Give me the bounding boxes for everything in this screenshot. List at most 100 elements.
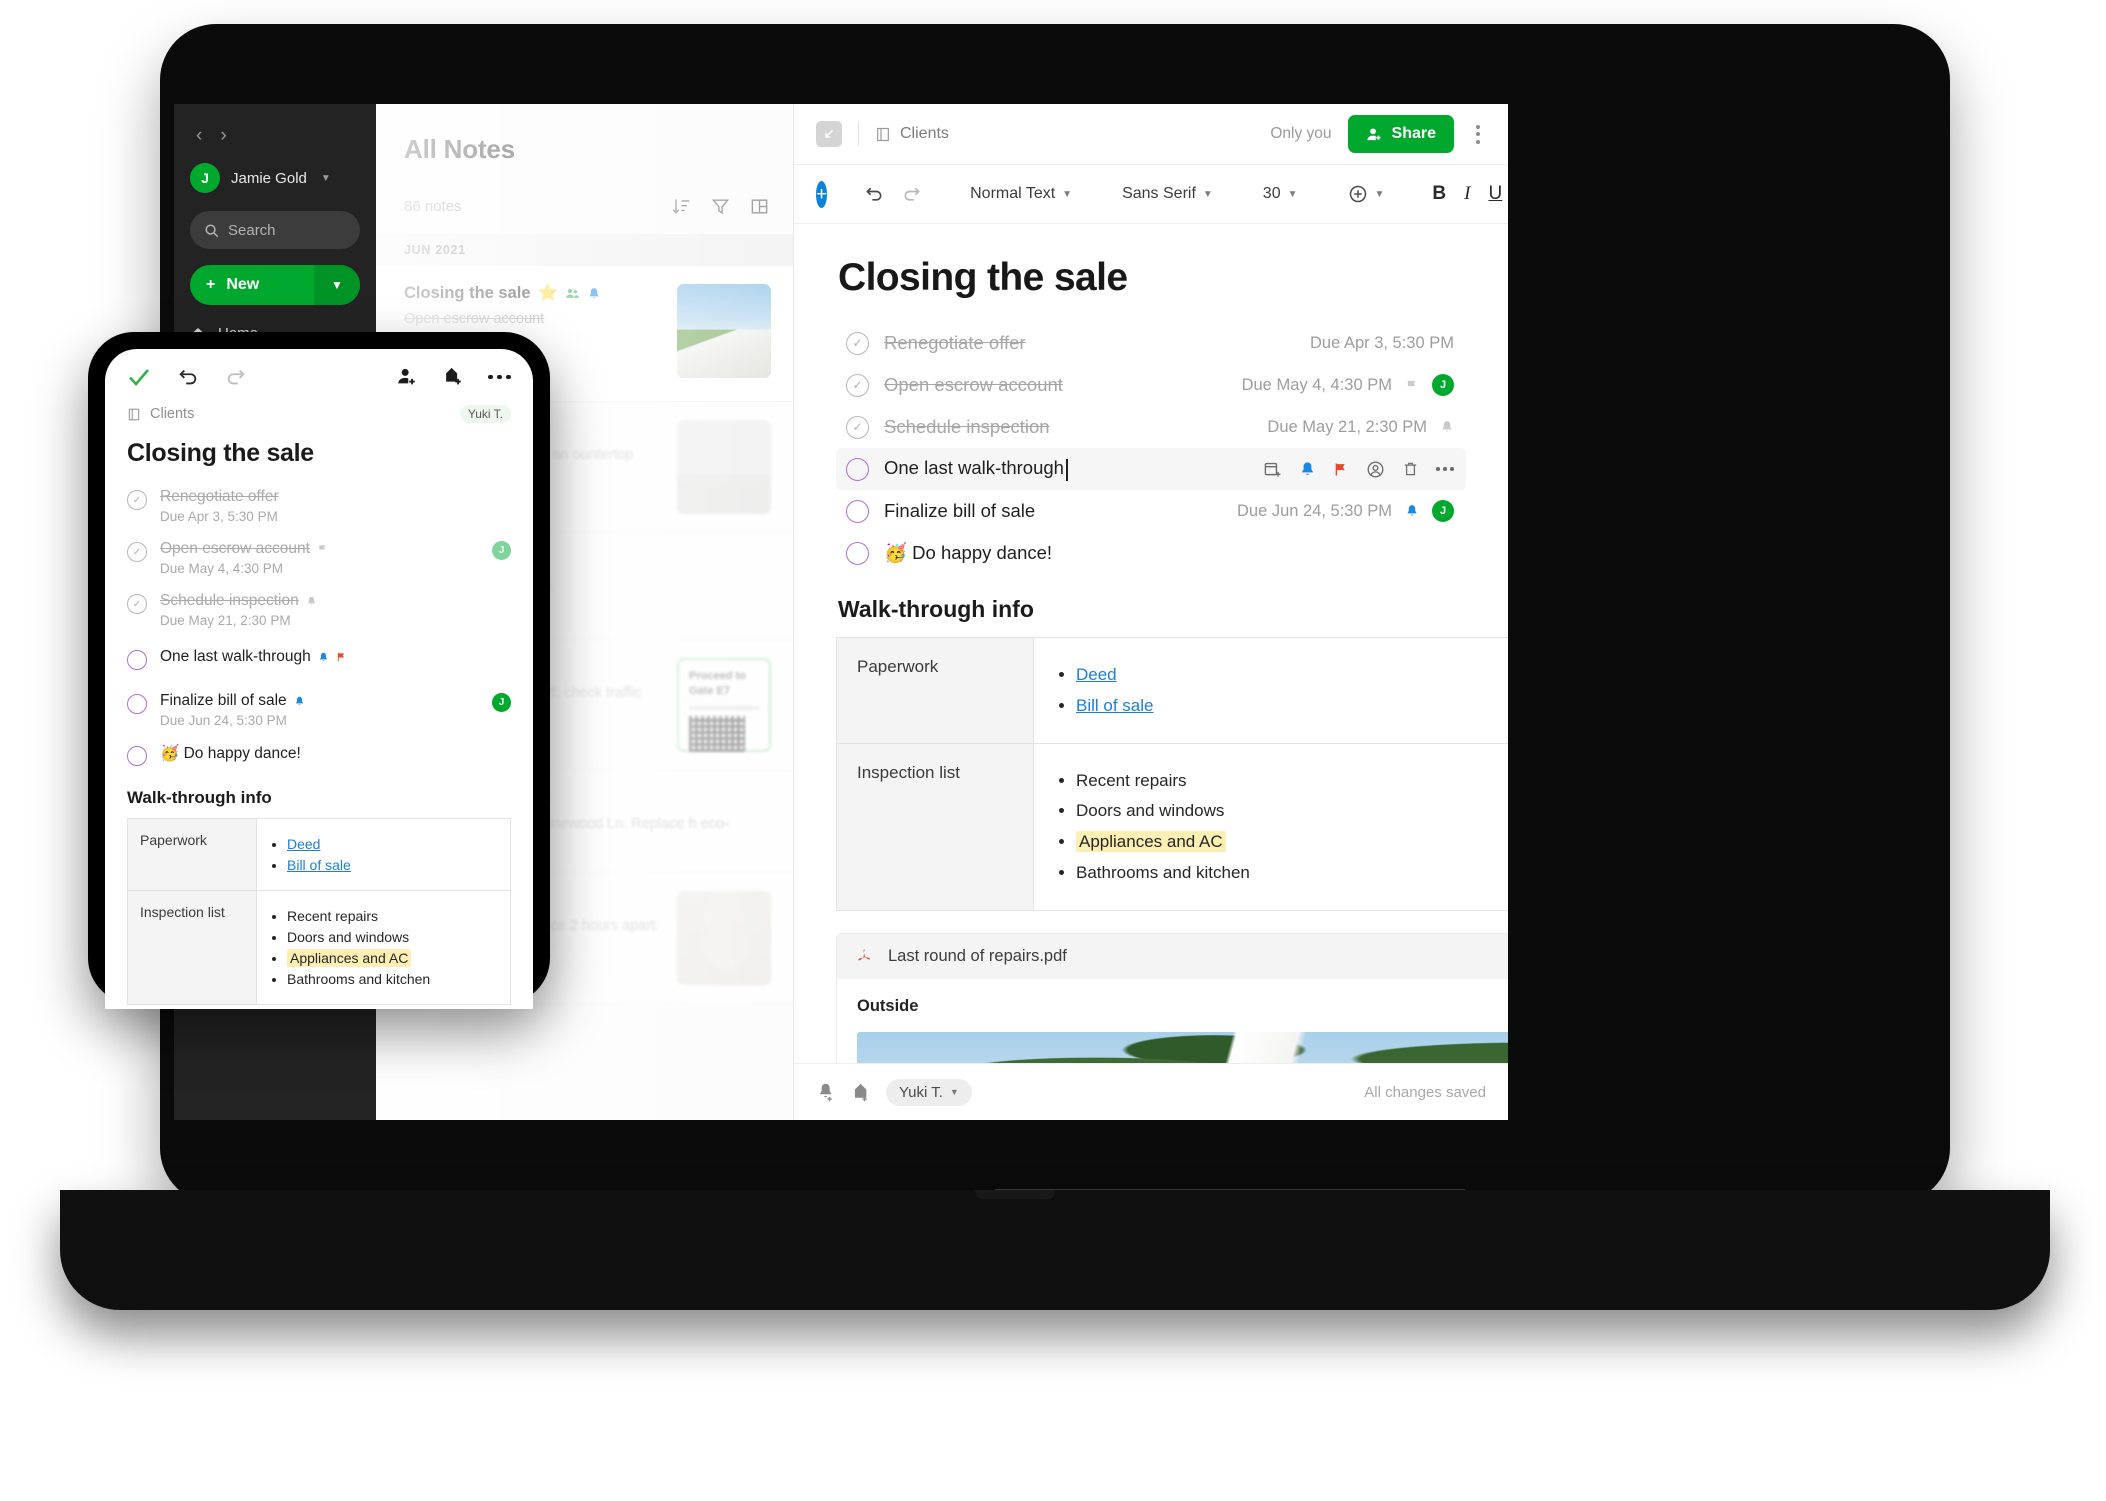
task-due: Due Apr 3, 5:30 PM (160, 509, 278, 524)
more-icon[interactable] (488, 374, 511, 380)
attachment-caption: Outside (857, 996, 919, 1015)
list-item[interactable]: Deed (1076, 663, 1508, 687)
task-label-row: One last walk-through (160, 648, 347, 666)
task-checkbox-open[interactable] (127, 650, 147, 670)
new-button-dropdown[interactable]: ▼ (314, 265, 360, 305)
delete-icon[interactable] (1402, 460, 1419, 478)
task-row[interactable]: Finalize bill of sale Due Jun 24, 5:30 P… (127, 686, 511, 738)
task-row[interactable]: Finalize bill of sale Due Jun 24, 5:30 P… (836, 490, 1466, 532)
more-icon[interactable] (1436, 467, 1454, 471)
phone-section-heading: Walk-through info (127, 788, 272, 807)
undo-icon[interactable] (855, 184, 893, 204)
task-label-row: Open escrow account (160, 540, 492, 558)
task-row[interactable]: ✓ Renegotiate offer Due Apr 3, 5:30 PM (127, 482, 511, 534)
task-checkbox-checked[interactable]: ✓ (846, 331, 869, 355)
task-row[interactable]: ✓ Open escrow account Due May 4, 4:30 PM… (836, 364, 1466, 406)
font-family-dropdown[interactable]: Sans Serif ▼ (1111, 185, 1224, 203)
task-row[interactable]: ✓ Schedule inspection Due May 21, 2:30 P… (836, 406, 1466, 448)
paragraph-style-dropdown[interactable]: Normal Text ▼ (959, 185, 1083, 203)
attachment-card[interactable]: Last round of repairs.pdf 13.2 MB Outsid… (836, 932, 1508, 1063)
link-deed[interactable]: Deed (1076, 665, 1117, 684)
task-checkbox-open[interactable] (127, 746, 147, 766)
task-row-actions (1263, 460, 1454, 479)
document-title[interactable]: Closing the sale (838, 256, 1466, 300)
new-button[interactable]: + New ▼ (190, 265, 360, 305)
editor-content[interactable]: Closing the sale ✓ Renegotiate offer Due… (794, 224, 1508, 1063)
done-check-icon[interactable] (127, 365, 151, 389)
list-item[interactable]: Deed (287, 836, 498, 852)
task-row[interactable]: One last walk-through (127, 638, 511, 686)
list-item: Bathrooms and kitchen (1076, 861, 1508, 885)
bell-icon (1442, 421, 1452, 432)
flag-icon[interactable] (1333, 461, 1349, 478)
redo-icon[interactable] (225, 366, 247, 388)
phone-screen: Clients Yuki T. Closing the sale ✓ Reneg… (105, 349, 533, 1009)
link-bill-of-sale[interactable]: Bill of sale (287, 857, 351, 873)
task-row-active[interactable]: One last walk-through (836, 448, 1466, 490)
chevron-down-icon: ▼ (949, 1087, 959, 1097)
flag-icon (319, 544, 326, 554)
italic-button[interactable]: I (1455, 183, 1479, 205)
task-checkbox-checked[interactable]: ✓ (127, 594, 147, 614)
chevron-down-icon: ▼ (1202, 188, 1213, 200)
filter-icon[interactable] (711, 197, 730, 216)
phone-breadcrumb[interactable]: Clients Yuki T. (105, 405, 533, 423)
new-button-main[interactable]: + New (190, 276, 314, 294)
list-item[interactable]: Bill of sale (1076, 694, 1508, 718)
task-checkbox-checked[interactable]: ✓ (846, 373, 869, 397)
editor-toolbar: + Normal Text ▼ Sans Serif ▼ 30 ▼ ▼ B I … (794, 165, 1508, 224)
link-bill-of-sale[interactable]: Bill of sale (1076, 696, 1153, 715)
task-checkbox-open[interactable] (846, 541, 869, 565)
add-tag-icon[interactable] (851, 1082, 872, 1103)
sort-icon[interactable] (672, 197, 691, 216)
undo-icon[interactable] (177, 366, 199, 388)
more-options-icon[interactable] (1470, 121, 1486, 148)
list-item[interactable]: Bill of sale (287, 857, 498, 873)
table-row-label: Paperwork (127, 818, 257, 891)
add-reminder-icon[interactable] (816, 1082, 837, 1103)
task-checkbox-open[interactable] (846, 457, 869, 481)
back-arrow-icon[interactable]: ‹ (196, 126, 202, 145)
phone-document-title[interactable]: Closing the sale (105, 423, 533, 474)
task-due: Due May 4, 4:30 PM (1241, 375, 1392, 394)
task-row[interactable]: 🥳 Do happy dance! (127, 738, 511, 776)
list-item: Recent repairs (287, 908, 498, 924)
task-row[interactable]: ✓ Schedule inspection Due May 21, 2:30 P… (127, 586, 511, 638)
table-row-label: Inspection list (836, 742, 1034, 911)
task-checkbox-checked[interactable]: ✓ (846, 415, 869, 439)
underline-button[interactable]: U (1479, 183, 1508, 205)
task-label: Renegotiate offer (160, 488, 279, 505)
editor-user-chip[interactable]: Yuki T. ▼ (886, 1078, 972, 1106)
task-assignee-avatar: J (1432, 500, 1454, 522)
redo-icon[interactable] (893, 184, 931, 204)
expand-icon[interactable] (816, 121, 842, 147)
task-checkbox-open[interactable] (127, 694, 147, 714)
account-name: Jamie Gold (231, 169, 307, 187)
text-caret (1065, 458, 1068, 481)
account-switcher[interactable]: J Jamie Gold ▼ (190, 163, 360, 193)
task-row[interactable]: 🥳 Do happy dance! (836, 532, 1466, 574)
calendar-add-icon[interactable] (1263, 460, 1282, 479)
font-scale-dropdown[interactable]: ▼ (1337, 184, 1396, 204)
breadcrumb[interactable]: Clients (875, 125, 949, 143)
task-row[interactable]: ✓ Renegotiate offer Due Apr 3, 5:30 PM (836, 322, 1466, 364)
share-button[interactable]: Share (1347, 115, 1454, 153)
search-input[interactable]: Search (190, 211, 360, 249)
list-item-highlighted: Appliances and AC (287, 949, 498, 967)
bold-button[interactable]: B (1423, 183, 1455, 205)
forward-arrow-icon[interactable]: › (220, 126, 226, 145)
task-checkbox-checked[interactable]: ✓ (127, 490, 147, 510)
assign-person-icon[interactable] (1366, 460, 1385, 479)
link-deed[interactable]: Deed (287, 836, 320, 852)
task-checkbox-open[interactable] (846, 499, 869, 523)
task-row[interactable]: ✓ Open escrow account Due May 4, 4:30 PM… (127, 534, 511, 586)
layout-icon[interactable] (750, 197, 769, 216)
font-size-dropdown[interactable]: 30 ▼ (1252, 185, 1309, 203)
task-checkbox-checked[interactable]: ✓ (127, 542, 147, 562)
bell-icon[interactable] (1299, 461, 1316, 478)
note-title-row: Closing the sale ⭐ (404, 284, 663, 303)
task-label: One last walk-through (160, 648, 311, 665)
person-add-icon[interactable] (396, 366, 418, 388)
add-tag-icon[interactable] (442, 366, 464, 388)
insert-button[interactable]: + (816, 180, 828, 208)
